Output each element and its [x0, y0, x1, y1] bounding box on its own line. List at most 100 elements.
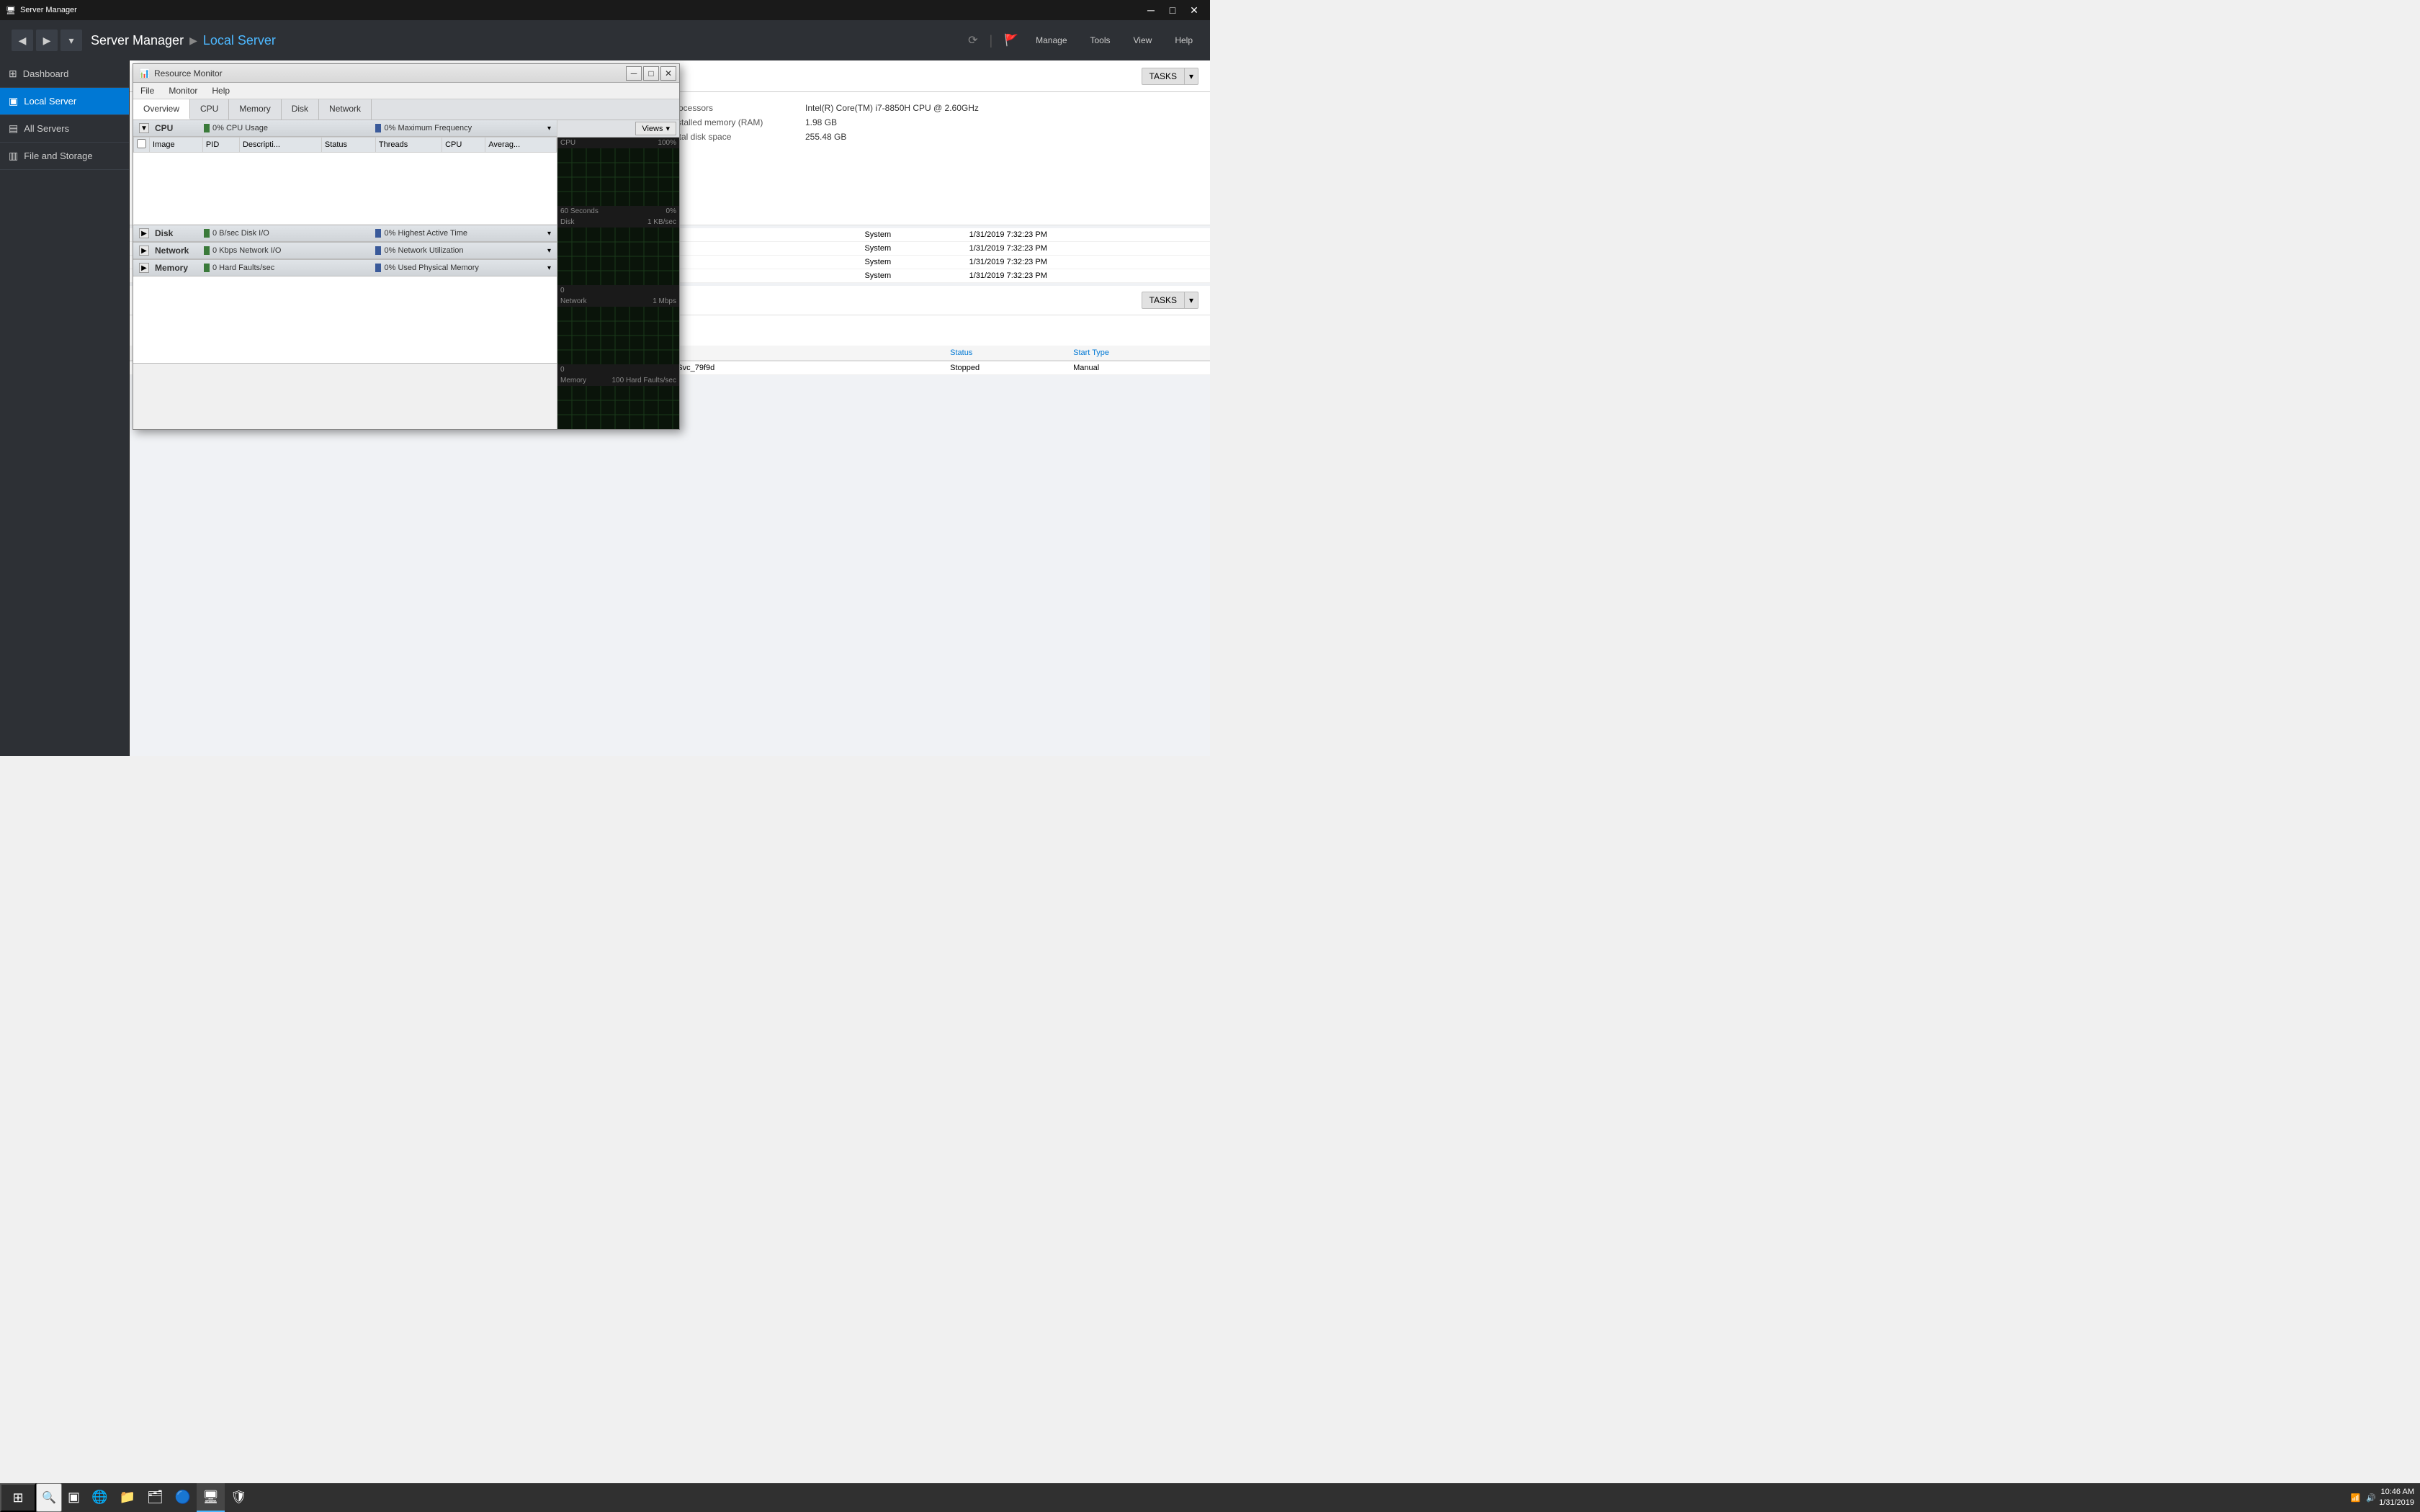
taskbar-file-explorer[interactable]: 📁: [113, 1483, 140, 1512]
help-button[interactable]: Help: [1169, 32, 1198, 48]
network-chart-svg: [557, 307, 679, 364]
rm-tab-cpu[interactable]: CPU: [190, 99, 229, 120]
rm-memory-chart: Memory 100 Hard Faults/sec: [557, 375, 679, 429]
network-tray-icon: 📶: [2351, 1493, 2361, 1503]
nav-dropdown-button[interactable]: ▾: [60, 30, 82, 51]
rm-disk-header[interactable]: ▶ Disk 0 B/sec Disk I/O 0% Highest Activ…: [133, 225, 557, 242]
nav-buttons: ◀ ▶ ▾: [12, 30, 82, 51]
rm-memory-expand-icon[interactable]: ▶: [139, 263, 149, 273]
app-header: ◀ ▶ ▾ Server Manager ▶ Local Server ⟳ | …: [0, 20, 1210, 60]
breadcrumb: Server Manager ▶ Local Server: [91, 33, 276, 48]
rm-title: 📊 Resource Monitor: [139, 68, 223, 78]
col-start-type[interactable]: Start Type: [1067, 346, 1210, 361]
disk-chart-title: Disk: [560, 218, 574, 226]
rm-memory-empty: [133, 276, 557, 363]
rm-network-header[interactable]: ▶ Network 0 Kbps Network I/O 0% Network …: [133, 243, 557, 259]
nav-back-button[interactable]: ◀: [12, 30, 33, 51]
rm-cpu-freq-text: 0% Maximum Frequency: [384, 124, 472, 132]
col-image[interactable]: Image: [150, 138, 203, 153]
rm-cpu-expand-icon[interactable]: ▼: [139, 123, 149, 133]
rm-views-bar: Views ▾: [557, 120, 679, 138]
taskbar-ie[interactable]: 🔵: [169, 1483, 197, 1512]
maximize-button[interactable]: □: [1162, 2, 1183, 18]
cpu-time-label: 60 Seconds: [560, 207, 599, 215]
rm-process-header: Image PID Descripti... Status Threads CP…: [134, 138, 557, 153]
col-average[interactable]: Averag...: [485, 138, 557, 153]
rm-network-meter2: 0% Network Utilization: [375, 246, 541, 255]
rm-menu-file[interactable]: File: [133, 83, 161, 99]
rm-network-expand-icon[interactable]: ▶: [139, 246, 149, 256]
sidebar-item-file-storage[interactable]: ▥ File and Storage: [0, 143, 129, 170]
start-button[interactable]: ⊞: [0, 1483, 36, 1512]
rm-disk-meter2: 0% Highest Active Time: [375, 229, 541, 238]
services-tasks-button[interactable]: TASKS ▾: [1142, 292, 1199, 309]
rm-disk-active-text: 0% Highest Active Time: [384, 229, 467, 238]
rm-memory-bar-blue: [375, 264, 381, 272]
rm-titlebar: 📊 Resource Monitor ─ □ ✕: [133, 64, 679, 83]
tools-button[interactable]: Tools: [1085, 32, 1116, 48]
col-pid[interactable]: PID: [202, 138, 239, 153]
minimize-button[interactable]: ─: [1141, 2, 1161, 18]
rm-menu-help[interactable]: Help: [205, 83, 237, 99]
taskbar-task-view[interactable]: ▣: [62, 1483, 86, 1512]
rm-close-button[interactable]: ✕: [660, 66, 676, 81]
rm-memory-header[interactable]: ▶ Memory 0 Hard Faults/sec 0% Used Physi…: [133, 260, 557, 276]
taskbar-server-manager[interactable]: 🖥: [197, 1483, 225, 1512]
rm-tab-memory[interactable]: Memory: [229, 99, 281, 120]
rm-network-chart: Network 1 Mbps: [557, 296, 679, 375]
prop-row-9: Processors Intel(R) Core(TM) i7-8850H CP…: [670, 101, 1198, 115]
views-button[interactable]: Views ▾: [635, 122, 676, 135]
memory-chart-max: 100 Hard Faults/sec: [612, 377, 677, 384]
rm-cpu-chart-label: CPU 100%: [557, 138, 679, 148]
nav-forward-button[interactable]: ▶: [36, 30, 58, 51]
tasks-button[interactable]: TASKS ▾: [1142, 68, 1199, 85]
rm-disk-bar-green: [204, 229, 210, 238]
rm-memory-bar-green: [204, 264, 210, 272]
process-select-all[interactable]: [137, 139, 146, 148]
col-threads[interactable]: Threads: [375, 138, 442, 153]
rm-title-text: Resource Monitor: [154, 68, 223, 78]
rm-menu-monitor[interactable]: Monitor: [161, 83, 205, 99]
cpu-chart-svg: [557, 148, 679, 206]
col-status[interactable]: Status: [321, 138, 375, 153]
views-label: Views: [642, 125, 663, 133]
rm-network-bar-blue: [375, 246, 381, 255]
rm-cpu-chart-footer: 60 Seconds 0%: [557, 206, 679, 217]
sidebar-item-dashboard[interactable]: ⊞ Dashboard: [0, 60, 129, 88]
rm-minimize-button[interactable]: ─: [626, 66, 642, 81]
rm-cpu-meter2: 0% Maximum Frequency: [375, 124, 541, 132]
rm-cpu-header[interactable]: ▼ CPU 0% CPU Usage 0% Maximum Frequency …: [133, 120, 557, 137]
memory-chart-svg: [557, 386, 679, 429]
sidebar-item-all-servers[interactable]: ▤ All Servers: [0, 115, 129, 143]
rm-maximize-button[interactable]: □: [643, 66, 659, 81]
col-cpu[interactable]: CPU: [442, 138, 485, 153]
taskbar-edge[interactable]: 🌐: [86, 1483, 113, 1512]
sidebar-item-local-server[interactable]: ▣ Local Server: [0, 88, 129, 115]
sidebar-label-all-servers: All Servers: [24, 123, 69, 134]
rm-tab-overview[interactable]: Overview: [133, 99, 190, 120]
taskbar: ⊞ 🔍 ▣ 🌐 📁 🗂 🔵 🖥 🛡 📶 🔊 10:46 AM 1/31/2019: [0, 1483, 2420, 1512]
rm-disk-section: ▶ Disk 0 B/sec Disk I/O 0% Highest Activ…: [133, 225, 557, 243]
rm-cpu-bar-blue: [375, 124, 381, 132]
rm-tab-network[interactable]: Network: [319, 99, 372, 120]
all-servers-icon: ▤: [9, 122, 18, 135]
taskbar-security[interactable]: 🛡: [225, 1483, 253, 1512]
taskbar-clock[interactable]: 10:46 AM 1/31/2019: [2379, 1487, 2414, 1509]
rm-cpu-section: ▼ CPU 0% CPU Usage 0% Maximum Frequency …: [133, 120, 557, 225]
col-status[interactable]: Status: [944, 346, 1067, 361]
rm-disk-chart-footer: 0: [557, 285, 679, 296]
manage-button[interactable]: Manage: [1030, 32, 1072, 48]
close-button[interactable]: ✕: [1184, 2, 1204, 18]
rm-disk-expand-icon[interactable]: ▶: [139, 228, 149, 238]
rm-tab-disk[interactable]: Disk: [282, 99, 319, 120]
clock-date: 1/31/2019: [2379, 1498, 2414, 1508]
rm-network-chart-area: [557, 307, 679, 364]
current-page: Local Server: [203, 33, 276, 48]
col-description[interactable]: Descripti...: [239, 138, 321, 153]
taskbar-folder[interactable]: 🗂: [141, 1483, 169, 1512]
taskbar-search-button[interactable]: 🔍: [36, 1483, 62, 1512]
rm-left-panel: ▼ CPU 0% CPU Usage 0% Maximum Frequency …: [133, 120, 557, 429]
rm-network-chart-label: Network 1 Mbps: [557, 296, 679, 307]
view-button[interactable]: View: [1128, 32, 1158, 48]
network-chart-title: Network: [560, 297, 587, 305]
